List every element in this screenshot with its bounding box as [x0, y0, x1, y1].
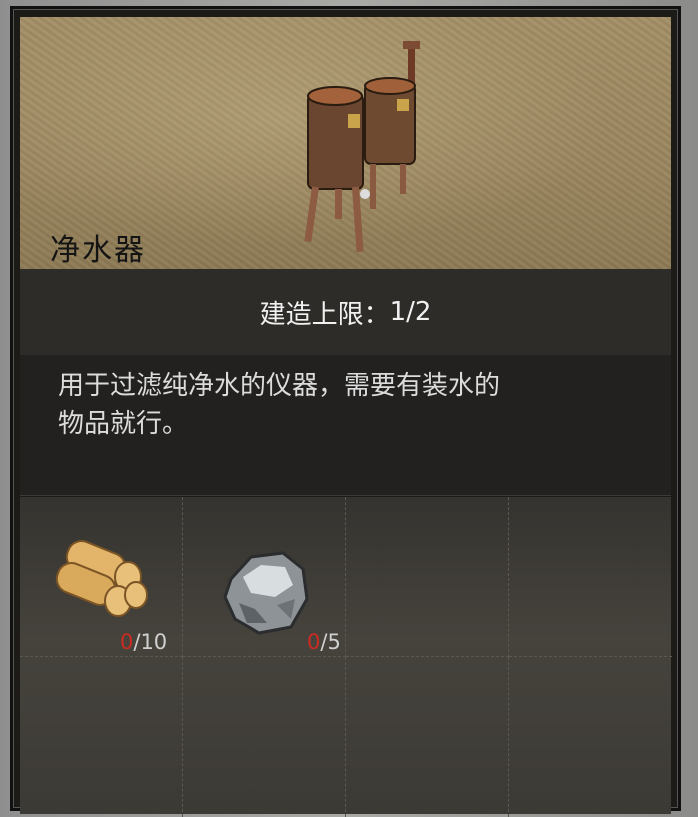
material-slot-stone[interactable]: 0/5: [183, 497, 346, 657]
item-name: 净水器: [50, 233, 146, 268]
description-text: 用于过滤纯净水的仪器，需要有装水的 物品就行。: [58, 367, 648, 443]
material-slot-empty: [20, 657, 183, 817]
build-limit-bar: 建造上限： 1/2: [20, 269, 671, 355]
material-slot-empty: [509, 657, 672, 817]
item-description: 用于过滤纯净水的仪器，需要有装水的 物品就行。: [20, 355, 671, 496]
material-need-stone: /5: [320, 630, 341, 654]
material-slot-empty: [183, 657, 346, 817]
wood-logs-icon: [55, 540, 148, 617]
description-line-2: 物品就行。: [58, 409, 189, 439]
stone-icon: [223, 551, 309, 635]
build-item-panel: 净水器 建造上限： 1/2 用于过滤纯净水的仪器，需要有装水的 物品就行。 0/…: [10, 6, 681, 817]
build-limit-label: 建造上限：: [259, 299, 390, 330]
item-header: 净水器: [20, 17, 671, 269]
material-slot-empty: [346, 657, 509, 817]
material-count-stone: 0/5: [307, 630, 341, 654]
build-limit-value: 1/2: [389, 297, 432, 327]
material-slot-empty: [509, 497, 672, 657]
materials-grid: 0/10 0/5: [20, 497, 672, 817]
material-slot-empty: [346, 497, 509, 657]
material-have-wood: 0: [120, 630, 134, 654]
material-count-wood: 0/10: [120, 630, 167, 654]
material-have-stone: 0: [307, 630, 321, 654]
material-slot-wood[interactable]: 0/10: [20, 497, 183, 657]
water-purifier-icon: [304, 41, 420, 253]
material-need-wood: /10: [133, 630, 168, 654]
description-line-1: 用于过滤纯净水的仪器，需要有装水的: [58, 371, 501, 401]
